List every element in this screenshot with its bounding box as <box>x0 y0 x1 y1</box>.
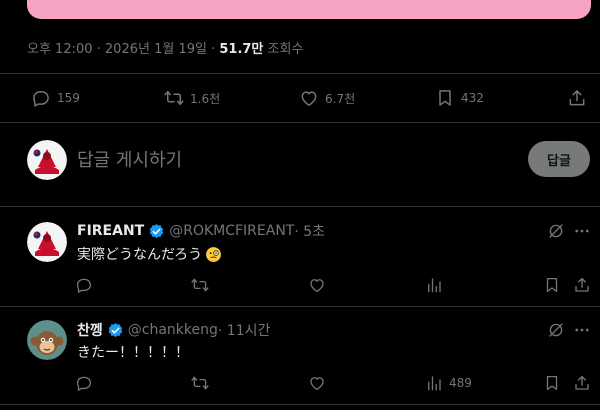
reply-reply-button[interactable] <box>75 276 93 294</box>
reply-avatar[interactable] <box>27 222 67 262</box>
repost-count: 1.6천 <box>190 91 221 106</box>
reply-bookmark-button[interactable] <box>543 276 561 294</box>
reply-header: FIREANT @ROKMCFIREANT · 5초 <box>77 221 325 241</box>
monocle-face-emoji-icon <box>206 246 222 262</box>
repost-icon <box>191 376 209 390</box>
share-button[interactable] <box>567 88 587 108</box>
reply-author-handle[interactable]: @chankkeng <box>128 322 218 338</box>
reply-share-button[interactable] <box>573 276 591 294</box>
like-stat-button[interactable]: 6.7천 <box>299 88 355 108</box>
more-options-icon[interactable] <box>573 321 591 339</box>
reply-views-button[interactable]: 489 <box>425 374 472 392</box>
reply-text: きたー！！！！！ <box>77 345 189 361</box>
heart-icon <box>310 377 324 391</box>
reply-content: 実際どうなんだろう <box>77 244 222 264</box>
post-media[interactable] <box>27 0 591 19</box>
reply-author-name[interactable]: FIREANT <box>77 223 144 239</box>
divider <box>0 122 600 123</box>
reply-compose-input[interactable]: 답글 게시하기 <box>77 146 182 172</box>
bookmark-stat-button[interactable]: 432 <box>435 88 484 108</box>
post-timestamp: 오후 12:00 · 2026년 1월 19일 · <box>27 42 220 57</box>
repost-icon <box>191 278 209 292</box>
reply-icon <box>33 91 49 107</box>
repost-stat-button[interactable]: 1.6천 <box>164 88 220 108</box>
divider <box>0 404 600 405</box>
reply-views-button[interactable] <box>425 276 449 294</box>
analytics-icon <box>428 376 441 391</box>
share-icon <box>575 277 589 292</box>
repost-icon <box>164 91 184 105</box>
post-meta: 오후 12:00 · 2026년 1월 19일 · 51.7만 조회수 <box>27 38 303 57</box>
reply-submit-button[interactable]: 답글 <box>528 141 590 177</box>
reply-author-name[interactable]: 찬껭 <box>77 320 103 340</box>
reply-count: 159 <box>57 91 80 105</box>
reply-text: 実際どうなんだろう <box>77 247 203 263</box>
grok-icon[interactable] <box>547 222 565 240</box>
views-count: 51.7만 <box>219 42 264 57</box>
divider <box>0 306 600 307</box>
verified-badge-icon <box>149 223 164 238</box>
divider <box>0 73 600 74</box>
reply-icon <box>76 376 92 391</box>
reply-reply-button[interactable] <box>75 374 93 392</box>
reply-bookmark-button[interactable] <box>543 374 561 392</box>
reply-views-count: 489 <box>449 376 472 390</box>
divider <box>0 206 600 207</box>
bookmark-count: 432 <box>461 91 484 105</box>
reply-like-button[interactable] <box>308 374 326 392</box>
reply-stat-button[interactable]: 159 <box>31 88 80 108</box>
reply-share-button[interactable] <box>573 374 591 392</box>
share-icon <box>575 375 589 390</box>
heart-icon <box>301 91 317 106</box>
reply-timestamp[interactable]: · 5초 <box>294 221 325 241</box>
user-avatar[interactable] <box>27 140 67 180</box>
views-label: 조회수 <box>263 42 304 57</box>
bookmark-icon <box>439 90 451 106</box>
share-icon <box>569 90 585 106</box>
reply-repost-button[interactable] <box>191 374 209 392</box>
reply-author-handle[interactable]: @ROKMCFIREANT <box>169 223 294 239</box>
reply-icon <box>76 278 92 293</box>
reply-avatar[interactable] <box>27 320 67 360</box>
reply-timestamp[interactable]: · 11시간 <box>218 320 270 340</box>
reply-like-button[interactable] <box>308 276 326 294</box>
bookmark-icon <box>546 375 558 391</box>
grok-icon[interactable] <box>547 321 565 339</box>
like-count: 6.7천 <box>325 91 356 106</box>
more-options-icon[interactable] <box>573 222 591 240</box>
heart-icon <box>310 279 324 293</box>
bookmark-icon <box>546 277 558 293</box>
reply-header: 찬껭 @chankkeng · 11시간 <box>77 320 270 340</box>
verified-badge-icon <box>108 322 122 337</box>
reply-repost-button[interactable] <box>191 276 209 294</box>
analytics-icon <box>428 278 441 293</box>
